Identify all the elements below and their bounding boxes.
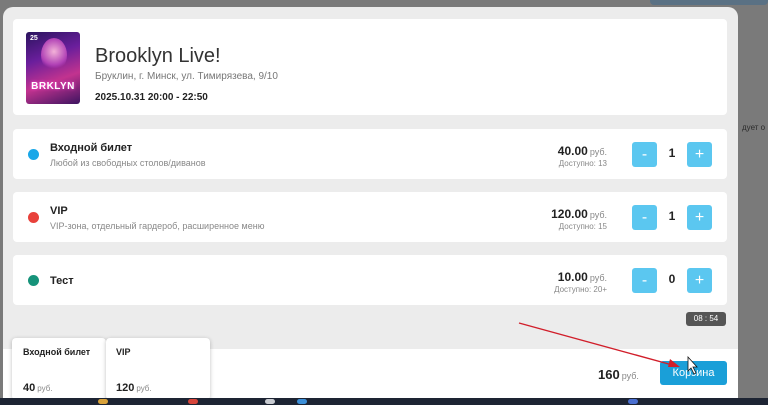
taskbar-app-icon[interactable] bbox=[628, 399, 638, 404]
ticket-price-currency: руб. bbox=[589, 147, 607, 157]
poster-logo: BRKLYN bbox=[31, 81, 75, 92]
summary-item-name: VIP bbox=[116, 347, 131, 357]
increase-quantity-button[interactable]: + bbox=[687, 142, 712, 167]
summary-item-price: 40 руб. bbox=[23, 378, 53, 396]
ticket-price-amount: 10.00 bbox=[557, 270, 588, 284]
background-header-strip bbox=[650, 0, 768, 5]
taskbar-app-icon[interactable] bbox=[265, 399, 275, 404]
decrease-quantity-button[interactable]: - bbox=[632, 205, 657, 230]
ticket-quantity: 1 bbox=[668, 209, 676, 223]
summary-item-price-currency: руб. bbox=[136, 384, 152, 393]
ticket-name: VIP bbox=[50, 205, 68, 217]
summary-item-price-currency: руб. bbox=[37, 384, 53, 393]
ticket-row-vip: VIP VIP-зона, отдельный гардероб, расшир… bbox=[13, 192, 727, 242]
ticket-price: 40.00 руб. bbox=[558, 142, 607, 160]
ticket-availability: Доступно: 15 bbox=[558, 222, 607, 231]
background-text: дует о bbox=[742, 123, 766, 132]
taskbar-app-icon[interactable] bbox=[98, 399, 108, 404]
ticket-price-currency: руб. bbox=[589, 273, 607, 283]
ticket-name: Входной билет bbox=[50, 142, 133, 154]
summary-item-price-amount: 40 bbox=[23, 382, 36, 394]
ticket-price: 10.00 руб. bbox=[558, 268, 607, 286]
ticket-color-dot bbox=[28, 275, 39, 286]
taskbar-app-icon[interactable] bbox=[188, 399, 198, 404]
event-title: Brooklyn Live! bbox=[95, 45, 221, 67]
ticket-description: Любой из свободных столов/диванов bbox=[50, 158, 206, 168]
summary-item-entry: Входной билет 40 руб. bbox=[12, 338, 106, 400]
decrease-quantity-button[interactable]: - bbox=[632, 142, 657, 167]
ticket-color-dot bbox=[28, 212, 39, 223]
ticket-price-amount: 120.00 bbox=[551, 207, 588, 221]
cart-total-currency: руб. bbox=[621, 371, 639, 381]
event-address: Бруклин, г. Минск, ул. Тимирязева, 9/10 bbox=[95, 71, 278, 82]
summary-item-name: Входной билет bbox=[23, 347, 91, 357]
ticket-availability: Доступно: 20+ bbox=[554, 285, 607, 294]
decrease-quantity-button[interactable]: - bbox=[632, 268, 657, 293]
os-taskbar bbox=[0, 398, 768, 405]
cart-total-amount: 160 bbox=[598, 367, 620, 382]
ticket-price-currency: руб. bbox=[589, 210, 607, 220]
ticket-price: 120.00 руб. bbox=[551, 205, 607, 223]
ticket-quantity: 0 bbox=[668, 272, 676, 286]
ticket-quantity: 1 bbox=[668, 146, 676, 160]
taskbar-app-icon[interactable] bbox=[297, 399, 307, 404]
cart-button[interactable]: Корзина bbox=[660, 361, 727, 385]
increase-quantity-button[interactable]: + bbox=[687, 205, 712, 230]
poster-face-graphic bbox=[41, 38, 67, 72]
event-datetime: 2025.10.31 20:00 - 22:50 bbox=[95, 92, 208, 103]
event-card: 25 BRKLYN Brooklyn Live! Бруклин, г. Мин… bbox=[13, 19, 727, 115]
ticket-row-test: Тест 10.00 руб. Доступно: 20+ - 0 + bbox=[13, 255, 727, 305]
ticket-name: Тест bbox=[50, 275, 74, 287]
ticket-availability: Доступно: 13 bbox=[558, 159, 607, 168]
summary-item-price: 120 руб. bbox=[116, 378, 152, 396]
event-poster: 25 BRKLYN bbox=[26, 32, 80, 104]
ticket-price-amount: 40.00 bbox=[557, 144, 588, 158]
ticket-color-dot bbox=[28, 149, 39, 160]
increase-quantity-button[interactable]: + bbox=[687, 268, 712, 293]
ticket-description: VIP-зона, отдельный гардероб, расширенно… bbox=[50, 221, 265, 231]
ticket-row-entry: Входной билет Любой из свободных столов/… bbox=[13, 129, 727, 179]
countdown-timer: 08 : 54 bbox=[686, 312, 726, 326]
cart-total: 160 руб. bbox=[598, 366, 639, 384]
summary-item-price-amount: 120 bbox=[116, 382, 135, 394]
poster-date: 25 bbox=[30, 35, 38, 42]
summary-item-vip: VIP 120 руб. bbox=[106, 338, 210, 400]
